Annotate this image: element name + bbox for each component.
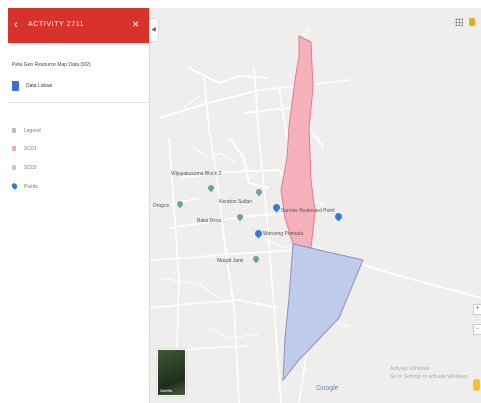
zoom-in-button[interactable]: + [473, 304, 481, 315]
close-icon[interactable]: × [132, 17, 139, 31]
road-network [149, 67, 481, 403]
map-label-dragon[interactable]: Dragon [153, 203, 169, 210]
layer-panel: ‹ ACTIVITY 2711 × Peta Geo Resource Map … [8, 8, 150, 403]
zoom-out-button[interactable]: − [473, 324, 481, 335]
map-label-sunrise[interactable]: Sunrise Boulevard Point [281, 208, 335, 215]
map-label-waroeng[interactable]: Waroeng Pemuda [263, 231, 303, 238]
divider [8, 102, 149, 103]
legend-label: SC01 [24, 146, 37, 152]
watermark-line-1: Activate Windows [390, 366, 430, 372]
map-top-controls [455, 18, 481, 28]
legend-item-sc02[interactable]: SC02 [12, 164, 132, 174]
legend-item-sc01[interactable]: SC01 [12, 145, 132, 155]
map-svg[interactable] [149, 8, 481, 403]
layer-item-data-lokasi[interactable]: Data Lokasi [12, 81, 142, 93]
sheet-icon [12, 81, 19, 91]
layer-item-label: Data Lokasi [26, 83, 53, 89]
map-label-keraton[interactable]: Keraton Sultan [219, 199, 252, 206]
map-viewer: Wijayakusuma Block 2 Keraton Sultan Drag… [8, 8, 481, 403]
satellite-toggle[interactable]: Satellite [157, 349, 186, 396]
legend-label: Points [24, 184, 38, 190]
square-swatch-icon [12, 128, 16, 133]
map-canvas[interactable]: Wijayakusuma Block 2 Keraton Sultan Drag… [149, 8, 481, 403]
square-swatch-icon [12, 165, 16, 170]
square-swatch-icon [12, 146, 16, 151]
sc02-polygon[interactable] [282, 243, 364, 382]
map-label-masjid[interactable]: Masjid Jami [217, 258, 243, 265]
activation-watermark: Activate Windows Go to Settings to activ… [390, 365, 469, 381]
arrow-left-icon[interactable]: ‹ [14, 18, 18, 32]
sc01-polygon[interactable] [280, 35, 316, 249]
lock-icon[interactable] [469, 18, 475, 26]
legend-item-points[interactable]: Points [10, 182, 132, 193]
legend-label: SC02 [24, 165, 37, 171]
pegman-icon[interactable] [473, 379, 480, 391]
map-label-balai-desa[interactable]: Balai Desa [197, 218, 221, 225]
panel-header: ‹ ACTIVITY 2711 × [8, 8, 149, 43]
google-logo: Google [316, 385, 339, 392]
chevron-left-icon[interactable]: ◀ [149, 18, 159, 42]
grid-dots-icon[interactable] [455, 18, 463, 26]
layer-name: Peta Geo Resource Map Data (9/2) [12, 62, 91, 68]
watermark-line-2: Go to Settings to activate Windows. [390, 374, 469, 380]
map-label-wijayakusuma[interactable]: Wijayakusuma Block 2 [171, 171, 221, 178]
panel-title: ACTIVITY 2711 [28, 21, 85, 28]
map-pin-icon [10, 182, 19, 190]
legend-label: Legend [24, 128, 41, 134]
legend-item-legend[interactable]: Legend [12, 127, 132, 137]
satellite-label: Satellite [160, 389, 173, 393]
